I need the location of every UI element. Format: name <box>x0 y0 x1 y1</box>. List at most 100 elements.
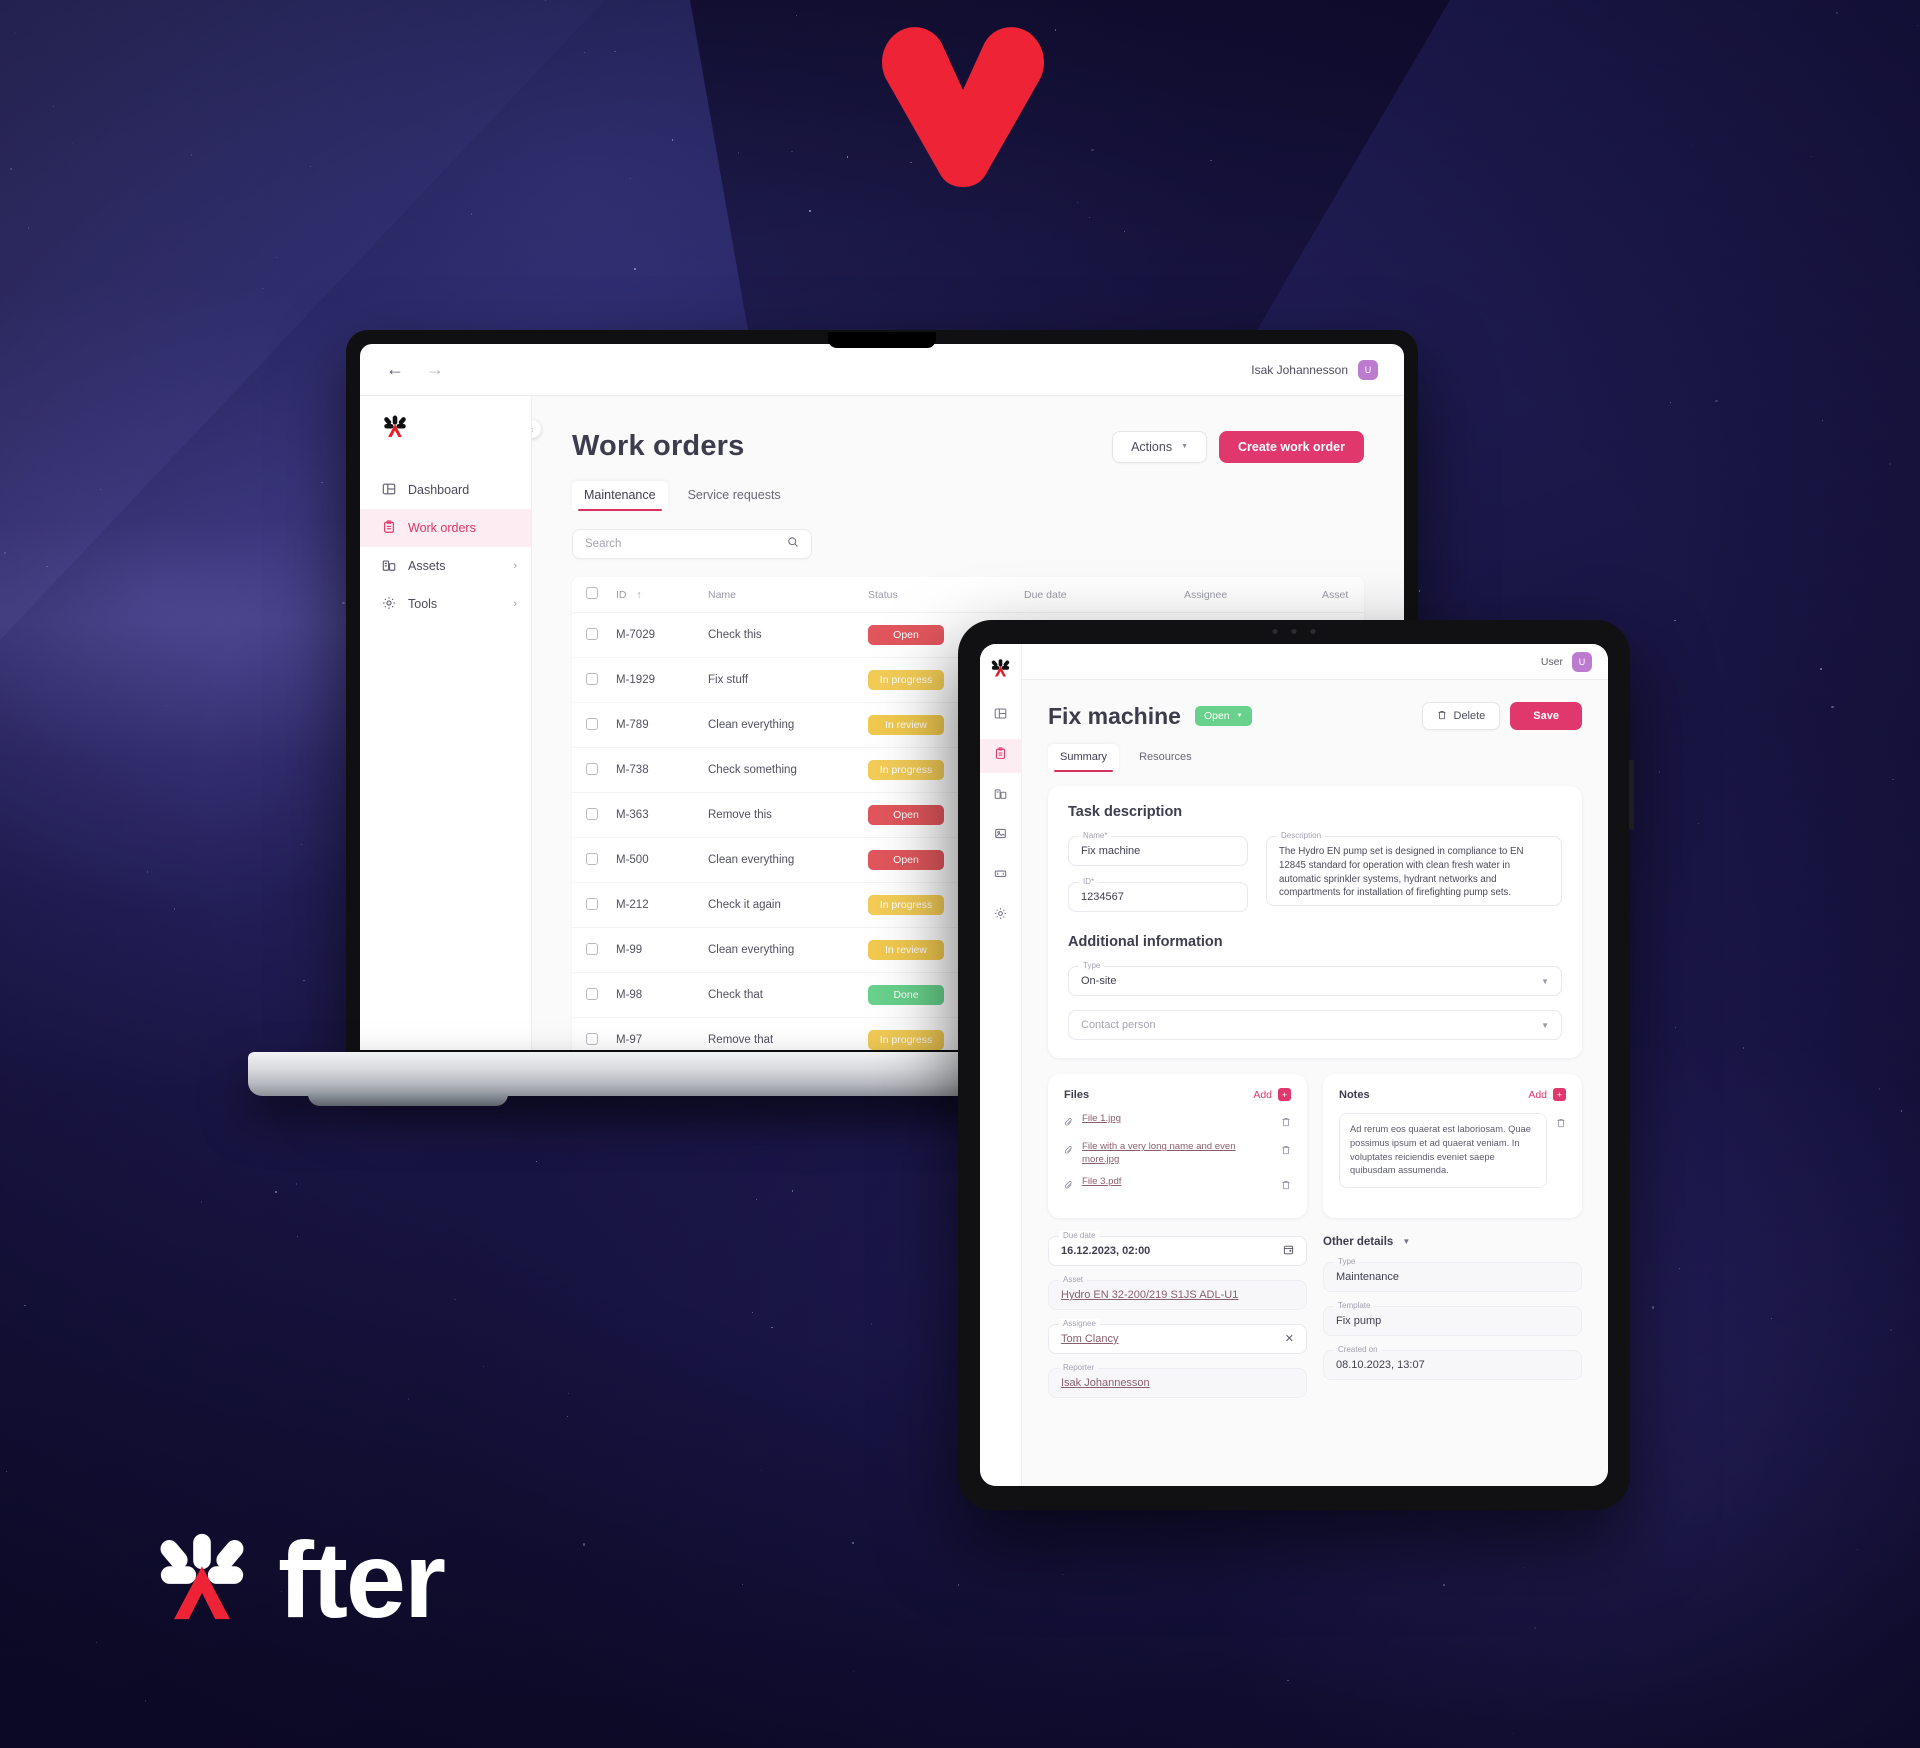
forward-icon[interactable]: → <box>426 359 444 380</box>
row-checkbox[interactable] <box>586 852 598 865</box>
assignee-value[interactable]: Tom Clancy <box>1061 1333 1118 1345</box>
row-select-cell[interactable] <box>572 882 616 928</box>
add-file-button[interactable]: Add + <box>1253 1088 1291 1101</box>
search-icon[interactable] <box>787 535 799 553</box>
file-name[interactable]: File 1.jpg <box>1082 1113 1273 1126</box>
file-row[interactable]: File with a very long name and even more… <box>1064 1141 1291 1167</box>
status-badge: Done <box>868 985 944 1005</box>
status-badge: In progress <box>868 895 944 915</box>
add-note-button[interactable]: Add + <box>1528 1088 1566 1101</box>
calendar-icon[interactable] <box>1283 1244 1294 1257</box>
rail-item-images[interactable] <box>980 819 1021 853</box>
arrow-up-icon: ↑ <box>636 588 642 601</box>
avatar[interactable]: U <box>1358 359 1378 380</box>
row-checkbox[interactable] <box>586 1032 598 1045</box>
asset-value[interactable]: Hydro EN 32-200/219 S1JS ADL-U1 <box>1061 1289 1238 1301</box>
row-select-cell[interactable] <box>572 1017 616 1050</box>
row-checkbox[interactable] <box>586 942 598 955</box>
trash-icon[interactable] <box>1281 1176 1291 1195</box>
dashboard-icon <box>994 707 1007 725</box>
row-select-cell[interactable] <box>572 837 616 883</box>
file-row[interactable]: File 1.jpg <box>1064 1113 1291 1132</box>
id-field[interactable]: ID* 1234567 <box>1068 877 1248 912</box>
other-details-header[interactable]: Other details ▼ <box>1323 1236 1582 1248</box>
sidebar-item-work-orders[interactable]: Work orders <box>360 509 531 547</box>
note-text[interactable]: Ad rerum eos quaerat est laboriosam. Qua… <box>1339 1113 1547 1188</box>
fter-asterisk-logo <box>980 652 1021 699</box>
select-all-checkbox[interactable] <box>586 587 598 599</box>
cell-name: Remove this <box>708 792 868 838</box>
tab-resources[interactable]: Resources <box>1127 744 1204 772</box>
select-all-header[interactable] <box>572 577 616 613</box>
row-checkbox[interactable] <box>586 897 598 910</box>
delete-button[interactable]: Delete <box>1421 702 1501 730</box>
row-select-cell[interactable] <box>572 792 616 838</box>
row-select-cell[interactable] <box>572 747 616 793</box>
row-checkbox[interactable] <box>586 672 598 685</box>
close-icon[interactable]: ✕ <box>1285 1332 1294 1345</box>
file-row[interactable]: File 3.pdf <box>1064 1176 1291 1195</box>
tab-service-requests[interactable]: Service requests <box>676 481 793 511</box>
user-name: Isak Johannesson <box>1251 362 1348 377</box>
task-description-title: Task description <box>1068 804 1183 820</box>
file-name[interactable]: File 3.pdf <box>1082 1176 1273 1189</box>
tab-maintenance[interactable]: Maintenance <box>572 481 668 511</box>
row-select-cell[interactable] <box>572 612 616 658</box>
row-select-cell[interactable] <box>572 702 616 748</box>
template-field: Template Fix pump <box>1323 1300 1582 1336</box>
image-icon <box>994 827 1007 845</box>
rail-item-tools[interactable] <box>980 859 1021 893</box>
name-field[interactable]: Name* Fix machine <box>1068 831 1248 866</box>
reporter-value[interactable]: Isak Johannesson <box>1061 1377 1150 1389</box>
row-select-cell[interactable] <box>572 657 616 703</box>
trash-icon[interactable] <box>1556 1113 1566 1133</box>
file-name[interactable]: File with a very long name and even more… <box>1082 1141 1273 1167</box>
back-icon[interactable]: ← <box>386 359 404 380</box>
avatar[interactable]: U <box>1572 651 1592 672</box>
row-checkbox[interactable] <box>586 762 598 775</box>
row-checkbox[interactable] <box>586 627 598 640</box>
assignee-field[interactable]: Assignee Tom Clancy ✕ <box>1048 1318 1307 1354</box>
rail-item-settings[interactable] <box>980 899 1021 933</box>
status-badge: Open <box>868 805 944 825</box>
trash-icon[interactable] <box>1281 1141 1291 1160</box>
status-badge: In review <box>868 715 944 735</box>
row-select-cell[interactable] <box>572 927 616 973</box>
laptop-notch <box>828 332 936 348</box>
vivaldi-v-logo <box>868 18 1058 188</box>
chevron-down-icon: ▼ <box>1541 976 1549 986</box>
column-header-due-date[interactable]: Due date <box>1024 577 1184 613</box>
column-header-assignee[interactable]: Assignee <box>1184 577 1322 613</box>
description-field[interactable]: Description The Hydro EN pump set is des… <box>1266 831 1562 906</box>
asset-field[interactable]: Asset Hydro EN 32-200/219 S1JS ADL-U1 <box>1048 1274 1307 1310</box>
status-badge[interactable]: Open ▼ <box>1194 706 1252 726</box>
rail-item-dashboard[interactable] <box>980 699 1021 733</box>
search-input[interactable] <box>585 538 787 550</box>
actions-button[interactable]: Actions ▼ <box>1112 430 1208 463</box>
contact-person-field[interactable]: Contact person ▼ <box>1068 1010 1562 1040</box>
rail-item-work-orders[interactable] <box>980 739 1021 773</box>
column-header-status[interactable]: Status <box>868 577 1024 613</box>
due-date-field[interactable]: Due date 16.12.2023, 02:00 <box>1048 1230 1307 1266</box>
column-header-asset[interactable]: Asset <box>1322 577 1364 613</box>
cell-name: Clean everything <box>708 837 868 883</box>
save-button[interactable]: Save <box>1510 702 1582 730</box>
type-value: On-site <box>1081 975 1117 987</box>
row-checkbox[interactable] <box>586 807 598 820</box>
sidebar-item-tools[interactable]: Tools › <box>360 585 531 623</box>
other-details-title: Other details <box>1323 1235 1394 1248</box>
reporter-field[interactable]: Reporter Isak Johannesson <box>1048 1362 1307 1398</box>
tab-summary[interactable]: Summary <box>1048 744 1120 772</box>
type-field[interactable]: Type On-site ▼ <box>1068 961 1562 996</box>
rail-item-assets[interactable] <box>980 779 1021 813</box>
row-checkbox[interactable] <box>586 717 598 730</box>
trash-icon[interactable] <box>1281 1113 1291 1132</box>
sidebar-item-dashboard[interactable]: Dashboard <box>360 471 531 509</box>
row-checkbox[interactable] <box>586 987 598 1000</box>
column-header-name[interactable]: Name <box>708 577 868 613</box>
search-field[interactable] <box>572 529 812 559</box>
create-work-order-button[interactable]: Create work order <box>1219 430 1364 463</box>
row-select-cell[interactable] <box>572 972 616 1018</box>
sidebar-item-assets[interactable]: Assets › <box>360 547 531 585</box>
column-header-id[interactable]: ID ↑ <box>616 577 708 613</box>
